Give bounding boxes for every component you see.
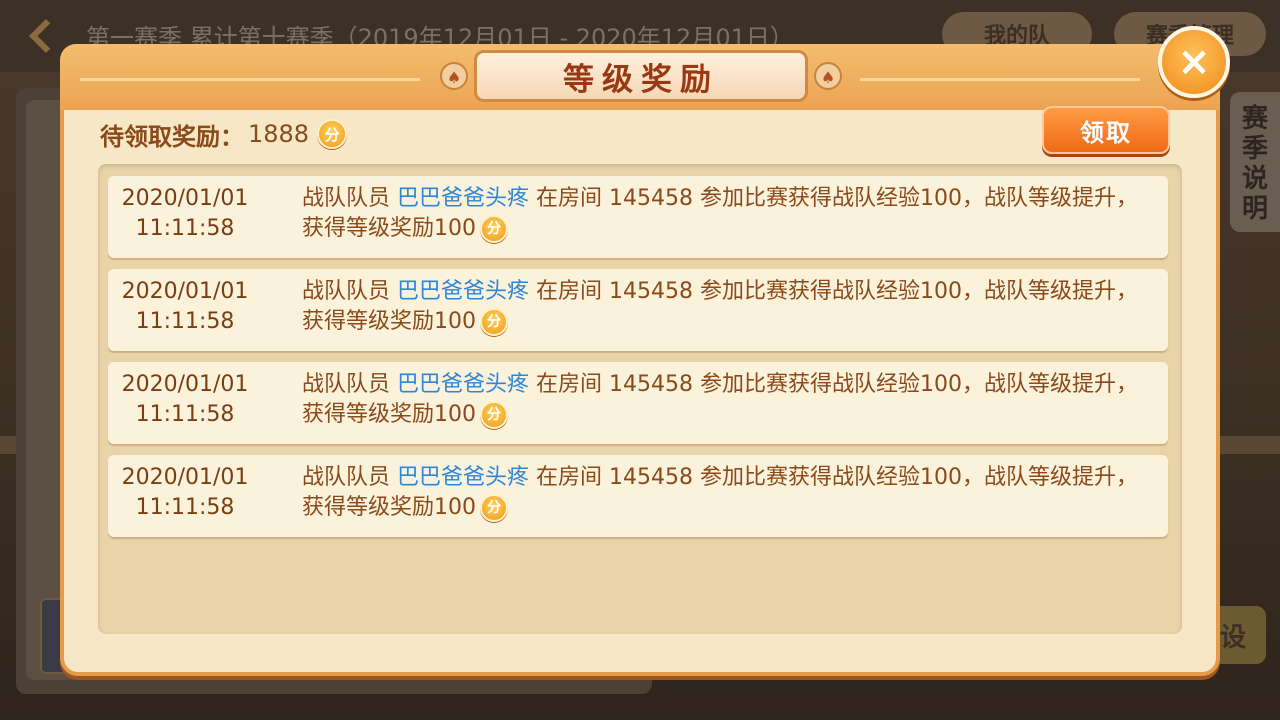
row-timestamp: 2020/01/01 11:11:58 (108, 277, 262, 337)
member-name: 巴巴爸爸头疼 (397, 186, 530, 211)
list-item: 2020/01/01 11:11:58 战队队员 巴巴爸爸头疼 在房间 1454… (108, 455, 1168, 537)
back-arrow-icon[interactable] (26, 18, 60, 52)
row-description: 战队队员 巴巴爸爸头疼 在房间 145458 参加比赛获得战队经验100，战队等… (302, 184, 1158, 244)
row-timestamp: 2020/01/01 11:11:58 (108, 370, 262, 430)
coin-icon: 分 (317, 119, 348, 149)
row-time: 11:11:58 (135, 309, 235, 334)
row-prefix: 战队队员 (302, 372, 397, 397)
row-date: 2020/01/01 (121, 465, 249, 490)
coin-icon: 分 (480, 494, 508, 522)
pending-reward: 待领取奖励： 1888 分 (100, 116, 348, 152)
row-prefix: 战队队员 (302, 465, 397, 490)
row-timestamp: 2020/01/01 11:11:58 (108, 184, 262, 244)
header-decoration-right (860, 78, 1140, 81)
spade-icon-left: ♠ (440, 62, 468, 90)
dialog-title: 等级奖励 (563, 61, 719, 98)
row-date: 2020/01/01 (121, 372, 249, 397)
claim-button[interactable]: 领取 (1042, 106, 1170, 154)
pending-reward-label: 待领取奖励： (100, 122, 244, 151)
coin-icon: 分 (480, 308, 508, 336)
coin-icon: 分 (480, 401, 508, 429)
member-name: 巴巴爸爸头疼 (397, 279, 530, 304)
header-decoration-left (80, 78, 420, 81)
row-date: 2020/01/01 (121, 279, 249, 304)
dialog-header: ♠ ♠ 等级奖励 (60, 44, 1220, 110)
pending-reward-value: 1888 (248, 120, 310, 148)
claim-button-label: 领取 (1080, 118, 1132, 147)
row-timestamp: 2020/01/01 11:11:58 (108, 463, 262, 523)
level-reward-dialog: ♠ ♠ 等级奖励 × 待领取奖励： 1888 分 领取 2020/01/01 1… (60, 26, 1230, 676)
row-prefix: 战队队员 (302, 279, 397, 304)
list-item: 2020/01/01 11:11:58 战队队员 巴巴爸爸头疼 在房间 1454… (108, 176, 1168, 258)
row-description: 战队队员 巴巴爸爸头疼 在房间 145458 参加比赛获得战队经验100，战队等… (302, 463, 1158, 523)
row-time: 11:11:58 (135, 495, 235, 520)
row-description: 战队队员 巴巴爸爸头疼 在房间 145458 参加比赛获得战队经验100，战队等… (302, 277, 1158, 337)
row-description: 战队队员 巴巴爸爸头疼 在房间 145458 参加比赛获得战队经验100，战队等… (302, 370, 1158, 430)
dialog-title-plaque: 等级奖励 (474, 50, 808, 102)
season-info-tab[interactable]: 赛季说明 (1230, 92, 1280, 232)
row-prefix: 战队队员 (302, 186, 397, 211)
spade-icon-right: ♠ (814, 62, 842, 90)
coin-icon: 分 (480, 215, 508, 243)
reward-list[interactable]: 2020/01/01 11:11:58 战队队员 巴巴爸爸头疼 在房间 1454… (98, 164, 1182, 634)
close-icon: × (1177, 39, 1211, 85)
row-time: 11:11:58 (135, 216, 235, 241)
member-name: 巴巴爸爸头疼 (397, 465, 530, 490)
member-name: 巴巴爸爸头疼 (397, 372, 530, 397)
row-date: 2020/01/01 (121, 186, 249, 211)
row-time: 11:11:58 (135, 402, 235, 427)
close-button[interactable]: × (1158, 26, 1230, 98)
list-item: 2020/01/01 11:11:58 战队队员 巴巴爸爸头疼 在房间 1454… (108, 269, 1168, 351)
list-item: 2020/01/01 11:11:58 战队队员 巴巴爸爸头疼 在房间 1454… (108, 362, 1168, 444)
